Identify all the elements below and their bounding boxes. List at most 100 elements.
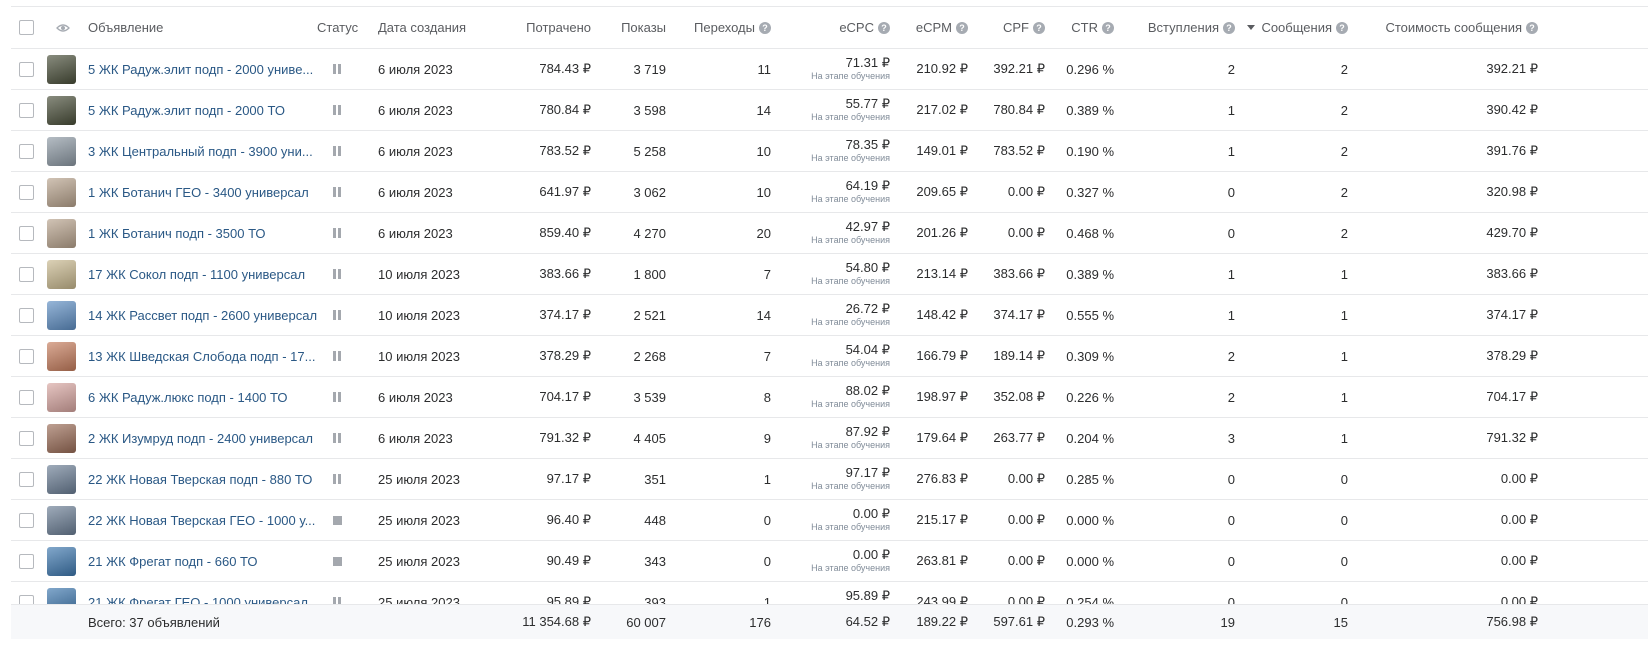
- table-row[interactable]: 21 ЖК Фрегат подп - 660 ТО 25 июля 2023 90…: [11, 541, 1648, 582]
- ecpc-value: 42.97 ₽: [845, 219, 890, 234]
- question-icon[interactable]: ?: [1526, 21, 1538, 34]
- row-checkbox[interactable]: [19, 295, 34, 335]
- table-row[interactable]: 13 ЖК Шведская Слобода подп - 17... 10 ию…: [11, 336, 1648, 377]
- cell-ecpm: 209.65 ₽: [916, 184, 968, 199]
- ad-name-link[interactable]: 22 ЖК Новая Тверская подп - 880 ТО: [88, 459, 312, 499]
- cell-ecpm: 148.42 ₽: [916, 307, 968, 322]
- cell-ecpc: 55.77 ₽ На этапе обучения: [771, 90, 890, 130]
- ad-name-link[interactable]: 21 ЖК Фрегат подп - 660 ТО: [88, 541, 258, 581]
- eye-icon[interactable]: [56, 7, 70, 48]
- ad-name-link[interactable]: 13 ЖК Шведская Слобода подп - 17...: [88, 336, 315, 376]
- row-checkbox[interactable]: [19, 377, 34, 417]
- pause-icon: [333, 228, 341, 238]
- status-toggle[interactable]: [333, 500, 342, 540]
- ad-name-link[interactable]: 17 ЖК Сокол подп - 1100 универсал: [88, 254, 305, 294]
- cell-clicks: 10: [756, 143, 771, 159]
- pause-icon: [333, 269, 341, 279]
- question-icon[interactable]: ?: [1102, 21, 1114, 34]
- table-row[interactable]: 5 ЖК Радуж.элит подп - 2000 униве... 6 ию…: [11, 49, 1648, 90]
- table-row[interactable]: 22 ЖК Новая Тверская подп - 880 ТО 25 июл…: [11, 459, 1648, 500]
- table-row[interactable]: 17 ЖК Сокол подп - 1100 универсал 10 июля…: [11, 254, 1648, 295]
- row-checkbox[interactable]: [19, 418, 34, 458]
- table-row[interactable]: 6 ЖК Радуж.люкс подп - 1400 ТО 6 июля 202…: [11, 377, 1648, 418]
- ad-name-link[interactable]: 2 ЖК Изумруд подп - 2400 универсал: [88, 418, 313, 458]
- ad-thumbnail: [47, 541, 76, 581]
- total-clicks: 176: [749, 614, 771, 630]
- status-toggle[interactable]: [333, 377, 341, 417]
- status-toggle[interactable]: [333, 213, 341, 253]
- question-icon[interactable]: ?: [759, 21, 771, 34]
- ad-name-link[interactable]: 14 ЖК Рассвет подп - 2600 универсал: [88, 295, 317, 335]
- cell-msg-cost: 791.32 ₽: [1486, 430, 1538, 445]
- col-ad[interactable]: Объявление: [88, 7, 163, 48]
- row-checkbox[interactable]: [19, 49, 34, 89]
- question-icon[interactable]: ?: [1336, 21, 1348, 34]
- status-toggle[interactable]: [333, 418, 341, 458]
- question-icon[interactable]: ?: [956, 21, 968, 34]
- learning-note: На этапе обучения: [811, 481, 890, 491]
- cell-clicks: 14: [756, 102, 771, 118]
- status-toggle[interactable]: [333, 131, 341, 171]
- row-checkbox[interactable]: [19, 500, 34, 540]
- ecpc-value: 64.19 ₽: [845, 178, 890, 193]
- cell-messages: 1: [1340, 348, 1348, 364]
- cell-ecpc: 88.02 ₽ На этапе обучения: [771, 377, 890, 417]
- col-cpf-header[interactable]: CPF?: [971, 7, 1045, 48]
- total-ctr: 0.293 %: [1066, 614, 1114, 630]
- col-status[interactable]: Статус: [317, 7, 358, 48]
- table-row[interactable]: 3 ЖК Центральный подп - 3900 уни... 6 июл…: [11, 131, 1648, 172]
- status-toggle[interactable]: [333, 336, 341, 376]
- ad-name-link[interactable]: 6 ЖК Радуж.люкс подп - 1400 ТО: [88, 377, 287, 417]
- status-toggle[interactable]: [333, 541, 342, 581]
- col-ecpm-header[interactable]: eCPM?: [891, 7, 968, 48]
- row-checkbox[interactable]: [19, 213, 34, 253]
- learning-note: На этапе обучения: [811, 440, 890, 450]
- col-msg-cost-header[interactable]: Стоимость сообщения?: [1371, 7, 1538, 48]
- ad-name-link[interactable]: 5 ЖК Радуж.элит подп - 2000 униве...: [88, 49, 313, 89]
- status-toggle[interactable]: [333, 459, 341, 499]
- table-row[interactable]: 1 ЖК Ботанич ГЕО - 3400 универсал 6 июля …: [11, 172, 1648, 213]
- ad-name-link[interactable]: 5 ЖК Радуж.элит подп - 2000 ТО: [88, 90, 285, 130]
- question-icon[interactable]: ?: [878, 21, 890, 34]
- ad-name-link[interactable]: 3 ЖК Центральный подп - 3900 уни...: [88, 131, 313, 171]
- cell-ctr: 0.389 %: [1066, 266, 1114, 282]
- row-checkbox[interactable]: [19, 172, 34, 212]
- table-body: 5 ЖК Радуж.элит подп - 2000 униве... 6 ию…: [11, 49, 1648, 623]
- cell-ctr: 0.000 %: [1066, 512, 1114, 528]
- table-row[interactable]: 14 ЖК Рассвет подп - 2600 универсал 10 ию…: [11, 295, 1648, 336]
- table-row[interactable]: 2 ЖК Изумруд подп - 2400 универсал 6 июля…: [11, 418, 1648, 459]
- col-clicks-header[interactable]: Переходы?: [651, 7, 771, 48]
- col-ctr-header[interactable]: CTR?: [1051, 7, 1114, 48]
- status-toggle[interactable]: [333, 49, 341, 89]
- created-date: 10 июля 2023: [378, 266, 460, 282]
- ad-name-link[interactable]: 22 ЖК Новая Тверская ГЕО - 1000 у...: [88, 500, 315, 540]
- row-checkbox[interactable]: [19, 131, 34, 171]
- question-icon[interactable]: ?: [1033, 21, 1045, 34]
- status-toggle[interactable]: [333, 90, 341, 130]
- status-toggle[interactable]: [333, 172, 341, 212]
- table-row[interactable]: 22 ЖК Новая Тверская ГЕО - 1000 у... 25 и…: [11, 500, 1648, 541]
- row-checkbox[interactable]: [19, 90, 34, 130]
- row-checkbox[interactable]: [19, 541, 34, 581]
- ad-thumbnail: [47, 254, 76, 294]
- ad-thumbnail: [47, 131, 76, 171]
- table-row[interactable]: 1 ЖК Ботанич подп - 3500 ТО 6 июля 2023 85…: [11, 213, 1648, 254]
- col-created[interactable]: Дата создания: [378, 7, 466, 48]
- cell-messages: 0: [1340, 471, 1348, 487]
- col-joins-header[interactable]: Вступления?: [1121, 7, 1235, 48]
- table-row[interactable]: 5 ЖК Радуж.элит подп - 2000 ТО 6 июля 202…: [11, 90, 1648, 131]
- col-ecpc-header[interactable]: eCPC?: [771, 7, 890, 48]
- row-checkbox[interactable]: [19, 336, 34, 376]
- row-checkbox[interactable]: [19, 254, 34, 294]
- ecpc-value: 0.00 ₽: [852, 547, 890, 562]
- status-toggle[interactable]: [333, 254, 341, 294]
- select-all-checkbox[interactable]: [19, 7, 34, 48]
- row-checkbox[interactable]: [19, 459, 34, 499]
- ad-name-link[interactable]: 1 ЖК Ботанич подп - 3500 ТО: [88, 213, 266, 253]
- ad-thumbnail: [47, 213, 76, 253]
- status-toggle[interactable]: [333, 295, 341, 335]
- cell-joins: 0: [1227, 553, 1235, 569]
- col-messages-header[interactable]: Сообщения?: [1241, 7, 1348, 48]
- question-icon[interactable]: ?: [1223, 21, 1235, 34]
- ad-name-link[interactable]: 1 ЖК Ботанич ГЕО - 3400 универсал: [88, 172, 309, 212]
